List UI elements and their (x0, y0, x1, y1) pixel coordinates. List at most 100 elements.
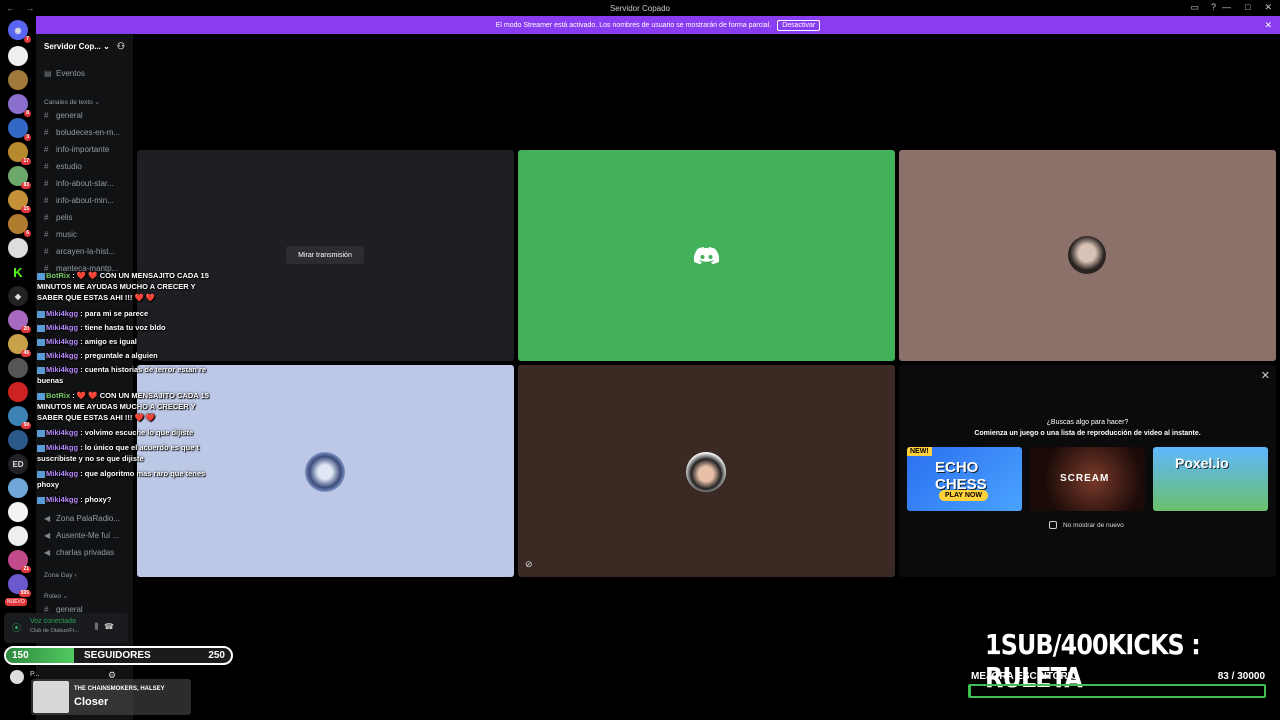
play-now-button[interactable]: PLAY NOW (939, 490, 988, 501)
server-icon[interactable] (8, 526, 28, 546)
channel-item[interactable]: # estudio (44, 162, 130, 171)
channel-item[interactable]: # music (44, 230, 130, 239)
game-card-echo-chess[interactable]: NEW! ECHO CHESS PLAY NOW (907, 447, 1022, 511)
server-icon[interactable] (8, 358, 28, 378)
badge: 3 (24, 134, 31, 141)
channel-item[interactable]: # general (44, 111, 130, 120)
disconnect-icon[interactable]: ☎ (104, 622, 120, 631)
server-icon[interactable] (8, 46, 28, 66)
activity-suggestion-panel: ✕ ¿Buscas algo para hacer? Comienza un j… (899, 365, 1276, 577)
new-badge: NEW! (907, 447, 932, 456)
category-zona[interactable]: Zona Gay › (44, 572, 77, 579)
server-icon[interactable]: 21 (8, 550, 31, 573)
close-button[interactable]: ✕ (1264, 2, 1272, 13)
voice-channel-item[interactable]: ◀ Zona PalaRadio... (44, 514, 130, 523)
participant-tile[interactable] (518, 150, 895, 361)
server-icon[interactable] (8, 478, 28, 498)
server-icon[interactable]: 17 (8, 142, 31, 165)
new-badge: NUEVO (5, 598, 27, 606)
chat-text: : preguntale a alguien (80, 351, 158, 360)
game-card-poxel[interactable]: Poxel.io (1153, 447, 1268, 511)
participant-tile[interactable]: ⊘ (518, 365, 895, 577)
category-roleo[interactable]: Roleo ⌄ (44, 592, 68, 600)
hash-icon: # (44, 196, 49, 205)
channel-item[interactable]: # arcayen-la-hist... (44, 247, 130, 256)
server-icon[interactable]: 15 (8, 190, 31, 213)
nav-arrows[interactable]: ← → (6, 3, 39, 13)
server-icon[interactable]: 83 (8, 166, 31, 189)
chat-text: : amigo es igual (80, 337, 137, 346)
noise-suppression-icon[interactable]: ⫼ (94, 622, 104, 631)
server-icon[interactable] (8, 70, 28, 90)
channel-item[interactable]: # info-about-min... (44, 196, 130, 205)
hash-icon: # (44, 230, 49, 239)
checkbox[interactable] (1049, 521, 1057, 529)
channel-item[interactable]: # pelis (44, 213, 130, 222)
server-icon[interactable]: 45 (8, 334, 31, 357)
home-icon[interactable]: ◉ 7 (8, 20, 31, 43)
server-icon[interactable]: 3 (8, 118, 31, 141)
mute-icon: ⊘ (525, 559, 533, 569)
badge: 15 (21, 206, 31, 213)
server-icon[interactable]: 8 (8, 94, 31, 117)
track-title: Closer (74, 696, 109, 708)
participant-tile[interactable] (899, 150, 1276, 361)
kick-icon[interactable]: K (8, 262, 28, 282)
invite-icon[interactable]: ⚇ (117, 41, 125, 52)
inbox-icon[interactable]: ▭ (1190, 2, 1199, 13)
channel-item[interactable]: # info-about-star... (44, 179, 130, 188)
dont-show-again[interactable]: No mostrar de nuevo (1049, 521, 1124, 529)
badge: 20 (21, 326, 31, 333)
server-name: Servidor Cop... (44, 41, 101, 51)
hash-icon: # (44, 128, 49, 137)
voice-channel-label: Ausente-Me fuí ... (56, 531, 120, 540)
close-banner-icon[interactable]: ✕ (1264, 20, 1272, 31)
channel-label: info-importante (56, 145, 110, 154)
help-icon[interactable]: ? (1211, 2, 1216, 13)
deactivate-button[interactable]: Desactivar (777, 19, 821, 31)
channel-label: music (56, 230, 77, 239)
server-icon[interactable] (8, 238, 28, 258)
goal-progress-bar (968, 684, 1266, 698)
channel-item[interactable]: # boludeces-en-m... (44, 128, 130, 137)
avatar (305, 452, 345, 492)
server-icon[interactable] (8, 502, 28, 522)
chat-message: Miki4kgg : que algoritmo mas raro que te… (37, 468, 222, 490)
chat-user: Miki4kgg (46, 365, 79, 374)
voice-channel-item[interactable]: ◀ Ausente-Me fuí ... (44, 531, 130, 540)
server-icon[interactable]: 6 (8, 214, 31, 237)
minimize-button[interactable]: — (1222, 2, 1231, 13)
server-icon[interactable]: ◆ (8, 286, 28, 306)
server-icon[interactable]: 50 (8, 406, 31, 429)
game-card-scream[interactable]: SCREAM (1030, 447, 1145, 511)
chat-text: : tiene hasta tu voz bldo (80, 323, 166, 332)
close-icon[interactable]: ✕ (1261, 369, 1270, 382)
discord-logo-icon (694, 247, 719, 265)
goal-label: MEJORA ESCRITORIO (971, 671, 1079, 682)
events-item[interactable]: ▤ Eventos (44, 69, 130, 78)
chat-user: BotRix (46, 271, 71, 280)
checkbox-label: No mostrar de nuevo (1063, 521, 1124, 529)
channel-label: arcayen-la-hist... (56, 247, 116, 256)
server-icon[interactable]: 20 (8, 310, 31, 333)
watch-stream-button[interactable]: Mirar transmisión (286, 246, 364, 264)
category-text-channels[interactable]: Canales de texto ⌄ (44, 98, 100, 106)
badge: 17 (21, 158, 31, 165)
server-icon[interactable]: 595 (8, 574, 31, 597)
album-art (33, 681, 69, 713)
goal-progress-fill (970, 686, 971, 696)
server-ed-icon[interactable]: ED (8, 454, 28, 474)
chat-user: Miki4kgg (46, 351, 79, 360)
server-icon[interactable] (8, 430, 28, 450)
voice-channel-item[interactable]: ◀ charlas privadas (44, 548, 130, 557)
suggestion-subtitle: Comienza un juego o una lista de reprodu… (974, 430, 1201, 437)
server-header[interactable]: Servidor Cop... ⌄ ⚇ (36, 34, 133, 58)
chat-message: Miki4kgg : amigo es igual (37, 336, 222, 347)
user-avatar[interactable] (10, 670, 24, 684)
server-icon[interactable] (8, 382, 28, 402)
channel-item[interactable]: # info-importante (44, 145, 130, 154)
voice-channel-name[interactable]: Club de Otakus/Fr... (30, 628, 79, 634)
chat-message: Miki4kgg : tiene hasta tu voz bldo (37, 322, 222, 333)
track-artist: THE CHAINSMOKERS, HALSEY (74, 686, 165, 692)
maximize-button[interactable]: □ (1245, 2, 1250, 13)
